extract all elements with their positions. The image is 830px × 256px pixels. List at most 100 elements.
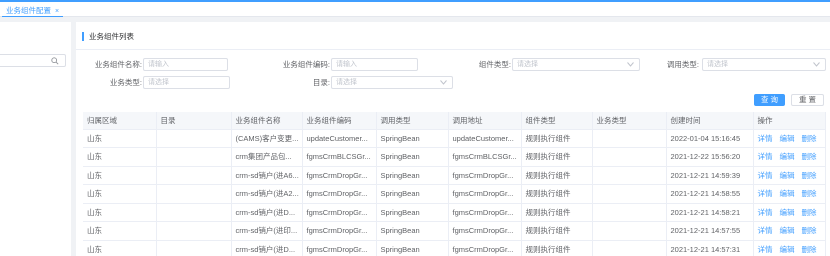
close-icon[interactable]: ×: [55, 8, 59, 15]
edit-link[interactable]: 编辑: [780, 171, 795, 180]
delete-link[interactable]: 删除: [802, 134, 817, 143]
table-cell: SpringBean: [376, 184, 449, 204]
tab-business-component-config[interactable]: 业务组件配置 ×: [2, 4, 64, 17]
directory-filter-label: 目录:: [312, 78, 330, 87]
table-cell: 山东: [83, 184, 157, 204]
code-filter-label: 业务组件编码:: [282, 60, 330, 69]
edit-link[interactable]: 编辑: [780, 134, 795, 143]
table-cell: 山东: [83, 240, 157, 256]
table-cell: SpringBean: [376, 240, 449, 256]
code-filter-input[interactable]: 请输入: [331, 58, 418, 71]
delete-link[interactable]: 删除: [802, 171, 817, 180]
delete-link[interactable]: 删除: [802, 152, 817, 161]
column-header: 调用地址: [448, 112, 522, 130]
edit-link[interactable]: 编辑: [780, 189, 795, 198]
sidebar-search-input[interactable]: [0, 54, 66, 67]
table-row: 山东 crm-sd销户(进D... fgmsCrmDropGr... SpringBe…: [83, 203, 826, 222]
business-type-placeholder: 请选择: [148, 79, 169, 86]
detail-link[interactable]: 详情: [758, 189, 773, 198]
divider: [76, 49, 830, 50]
tab-bar: 业务组件配置 ×: [0, 0, 830, 17]
table-cell: 山东: [83, 166, 157, 185]
chevron-down-icon: [440, 80, 447, 85]
detail-link[interactable]: 详情: [758, 134, 773, 143]
reset-button[interactable]: 重 置: [791, 94, 824, 106]
edit-link[interactable]: 编辑: [780, 245, 795, 254]
table-cell: [592, 147, 667, 167]
table-cell: fgmsCrmDropGr...: [302, 166, 377, 185]
table-cell: (CAMS)客户变更...: [231, 129, 303, 148]
delete-link[interactable]: 删除: [802, 208, 817, 217]
table-cell: crm-sd销户(进印...: [231, 221, 303, 241]
actions-cell: 详情 编辑 删除: [753, 166, 826, 185]
delete-link[interactable]: 删除: [802, 226, 817, 235]
table-cell: [592, 129, 667, 148]
detail-link[interactable]: 详情: [758, 226, 773, 235]
table-cell: 山东: [83, 129, 157, 148]
directory-placeholder: 请选择: [336, 79, 357, 86]
table-cell: fgmsCrmDropGr...: [448, 221, 522, 241]
table-cell: 山东: [83, 221, 157, 241]
chevron-down-icon: [627, 62, 634, 67]
column-header: 业务组件编码: [302, 112, 377, 130]
column-header: 目录: [156, 112, 232, 130]
table-row: 山东 crm-sd销户(进A2... fgmsCrmDropGr... SpringB…: [83, 184, 826, 204]
table-cell: 规则执行组件: [521, 184, 593, 204]
table-cell: fgmsCrmDropGr...: [448, 184, 522, 204]
actions-cell: 详情 编辑 删除: [753, 184, 826, 204]
table-cell: [156, 147, 232, 167]
table-cell: [592, 184, 667, 204]
actions-cell: 详情 编辑 删除: [753, 203, 826, 222]
call-type-placeholder: 请选择: [707, 61, 728, 68]
table-cell: fgmsCrmDropGr...: [448, 166, 522, 185]
panel-title: 业务组件列表: [82, 32, 134, 41]
edit-link[interactable]: 编辑: [780, 152, 795, 161]
edit-link[interactable]: 编辑: [780, 226, 795, 235]
actions-cell: 详情 编辑 删除: [753, 240, 826, 256]
actions-cell: 详情 编辑 删除: [753, 129, 826, 148]
chevron-down-icon: [813, 62, 820, 67]
table-cell: 规则执行组件: [521, 166, 593, 185]
column-header: 调用类型: [376, 112, 449, 130]
table-cell: fgmsCrmBLCSGr...: [448, 147, 522, 167]
component-type-select[interactable]: 请选择: [512, 58, 640, 71]
search-icon[interactable]: [51, 57, 59, 65]
table-cell: crm-sd销户(进D...: [231, 203, 303, 222]
detail-link[interactable]: 详情: [758, 245, 773, 254]
detail-link[interactable]: 详情: [758, 208, 773, 217]
column-header: 归属区域: [83, 112, 157, 130]
sidebar: [0, 22, 71, 256]
delete-link[interactable]: 删除: [802, 189, 817, 198]
name-filter-label: 业务组件名称:: [94, 60, 142, 69]
table-cell: crm-sd销户(进D...: [231, 240, 303, 256]
table-cell: SpringBean: [376, 129, 449, 148]
table-cell: 山东: [83, 147, 157, 167]
detail-link[interactable]: 详情: [758, 171, 773, 180]
query-button[interactable]: 查 询: [754, 94, 785, 106]
table-row: 山东 crm-sd销户(进印... fgmsCrmDropGr... SpringBe…: [83, 221, 826, 241]
call-type-select[interactable]: 请选择: [702, 58, 826, 71]
table-cell: SpringBean: [376, 147, 449, 167]
directory-select[interactable]: 请选择: [331, 76, 453, 89]
edit-link[interactable]: 编辑: [780, 208, 795, 217]
column-header: 组件类型: [521, 112, 593, 130]
call-type-filter-label: 调用类型:: [666, 60, 699, 69]
table-body: 山东 (CAMS)客户变更... updateCustomer... SpringBe…: [83, 129, 826, 256]
column-header: 业务类型: [592, 112, 667, 130]
table-cell: 2021-12-21 14:58:21: [666, 203, 754, 222]
delete-link[interactable]: 删除: [802, 245, 817, 254]
table-cell: 规则执行组件: [521, 129, 593, 148]
table-row: 山东 crm-sd销户(进D... fgmsCrmDropGr... SpringBe…: [83, 240, 826, 256]
name-filter-input[interactable]: 请输入: [143, 58, 228, 71]
business-type-select[interactable]: 请选择: [143, 76, 230, 89]
component-type-filter-label: 组件类型:: [478, 60, 511, 69]
table-cell: 2021-12-21 14:59:39: [666, 166, 754, 185]
detail-link[interactable]: 详情: [758, 152, 773, 161]
column-header: 创建时间: [666, 112, 754, 130]
table-cell: 2022-01-04 15:16:45: [666, 129, 754, 148]
business-type-filter-label: 业务类型:: [109, 78, 142, 87]
table-cell: [592, 240, 667, 256]
table-cell: fgmsCrmDropGr...: [302, 240, 377, 256]
table-cell: crm-sd销户(进A6...: [231, 166, 303, 185]
table-cell: 2021-12-21 14:57:55: [666, 221, 754, 241]
